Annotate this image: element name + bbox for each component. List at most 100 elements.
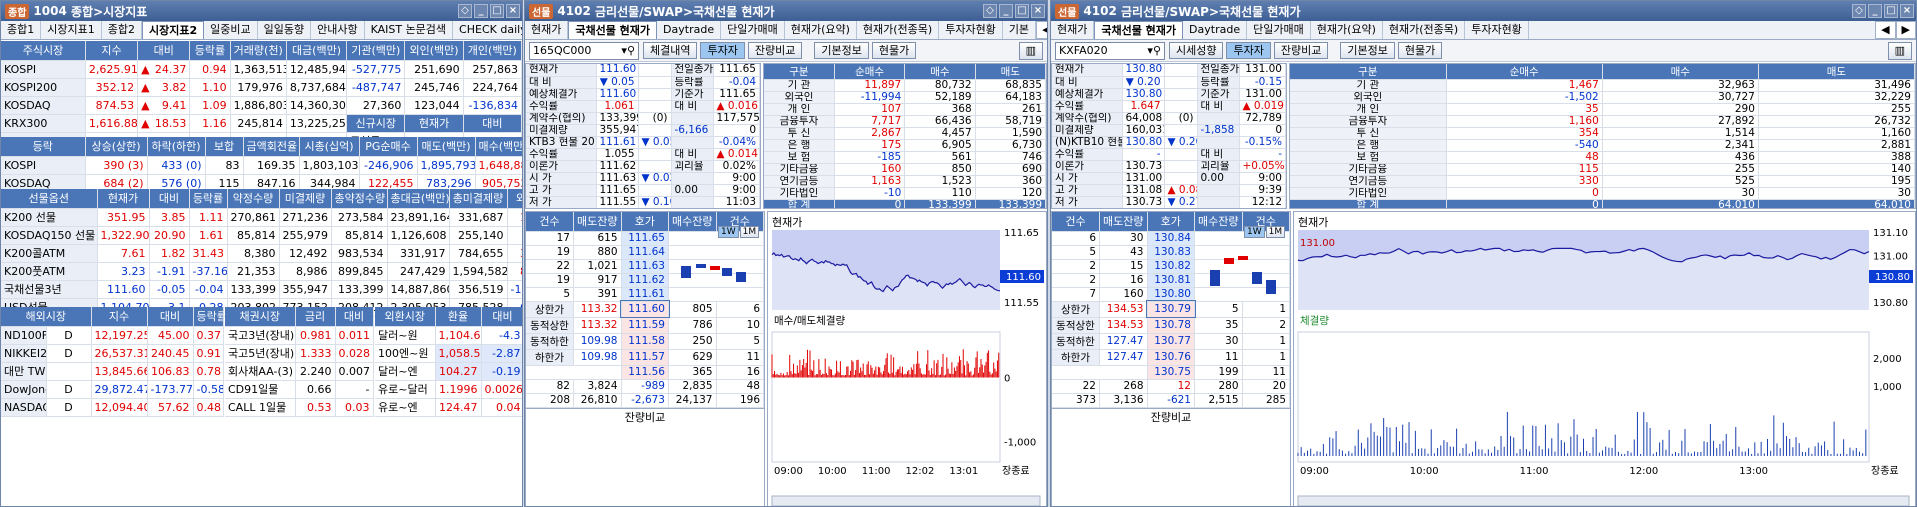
tab-2[interactable]: Daytrade: [1183, 21, 1248, 39]
toolbar-button-4[interactable]: 현물가: [871, 41, 917, 59]
search-icon[interactable]: ▾⚲: [1147, 44, 1161, 58]
bid-row[interactable]: 하한가 109.98 111.57 629 11: [526, 349, 764, 366]
stock-row[interactable]: KOSPI 2,625.91 ▲ 24.37 0.94 1,363,513 12,485,9…: [1, 60, 522, 79]
toolbar-button-4[interactable]: 현물가: [1397, 41, 1443, 59]
bond-row[interactable]: 국고3년(장내) 0.981 0.011: [225, 326, 374, 345]
tab-4[interactable]: 현재가(요약): [785, 21, 857, 39]
toolbar-button-2[interactable]: 잔량비교: [1273, 41, 1329, 59]
prev-tab-icon[interactable]: ◀: [1875, 21, 1896, 39]
toolbar-button-3[interactable]: 기본정보: [1340, 41, 1395, 59]
overseas-row[interactable]: 대만 TWI 13,845.66 106.83 0.78: [1, 362, 224, 381]
bid-row[interactable]: 상한가 113.32 111.60 805 6: [526, 300, 764, 318]
overseas-row[interactable]: DowJonesD29,872.47-173.77-0.58: [1, 380, 224, 399]
tab-3[interactable]: 단일가매매: [721, 21, 785, 39]
tab-7[interactable]: KAIST 논문검색: [365, 21, 454, 39]
advance-row[interactable]: KOSPI 390 (3) 433 (0) 83 169.35 1,803,103 -246…: [1, 156, 522, 175]
futures-row[interactable]: KOSDAQ150 선물 1,322.90 20.90 1.61 85,814 255,9…: [1, 226, 522, 245]
tab-2[interactable]: 종합2: [102, 21, 142, 39]
tab-6[interactable]: 투자자현황: [939, 21, 1003, 39]
overseas-row[interactable]: NIKKEI225D26,537.31240.450.91: [1, 344, 224, 363]
tab-2[interactable]: Daytrade: [657, 21, 722, 39]
toolbar-button-1[interactable]: 투자자: [700, 41, 745, 59]
toolbar-button-1[interactable]: 투자자: [1226, 41, 1271, 59]
bid-row[interactable]: 동적하한 127.47 130.77 30 1: [1052, 333, 1290, 350]
overseas-row[interactable]: ND100F(E)D12,197.2545.000.37: [1, 326, 224, 345]
overseas-row[interactable]: NASDAQD12,094.4057.620.48: [1, 398, 224, 417]
bid-row[interactable]: 하한가 127.47 130.76 11 1: [1052, 349, 1290, 366]
stock-row[interactable]: KOSDAQ 874.53 ▲ 9.41 1.09 1,886,803 14,360,300…: [1, 96, 522, 115]
title-bar[interactable]: 종합 1004 종합>시장지표 ◇ _ □ ×: [1, 1, 522, 21]
period-button-1[interactable]: 1M: [1265, 226, 1286, 238]
search-icon[interactable]: ▾⚲: [621, 44, 635, 58]
compare-label[interactable]: 잔량비교: [625, 411, 665, 424]
bond-row[interactable]: CD91일물 0.66-: [225, 380, 374, 399]
tab-8[interactable]: CHECK daily: [453, 21, 522, 39]
tab-6[interactable]: 투자자현황: [1465, 21, 1529, 39]
tab-1[interactable]: 국채선물 현재가: [568, 21, 658, 39]
bid-row[interactable]: 111.56 365 16: [526, 365, 764, 380]
title-bar[interactable]: 선물 4102 금리선물/SWAP>국채선물 현재가 ◇ _ □ ×: [525, 1, 1047, 21]
toolbar-button-0[interactable]: 체결내역: [643, 41, 698, 59]
tab-4[interactable]: 일중비교: [204, 21, 258, 39]
fx-row[interactable]: 유로~달러 1.1996 0.0026: [375, 380, 522, 399]
compare-label[interactable]: 잔량비교: [1151, 411, 1191, 424]
bid-row[interactable]: 130.75 199 11: [1052, 365, 1290, 380]
chart-scrollbar[interactable]: [771, 495, 1041, 506]
tab-5[interactable]: 현재가(전종목): [857, 21, 940, 39]
tab-7[interactable]: 기본: [1003, 21, 1037, 39]
bid-row[interactable]: 동적하한 109.98 111.58 250 5: [526, 333, 764, 350]
fx-row[interactable]: 100엔~원1,058.58-2.87: [375, 344, 522, 363]
close-button[interactable]: ×: [1031, 4, 1045, 18]
link-icon[interactable]: ◇: [983, 4, 997, 18]
period-button-0[interactable]: 1W: [1244, 226, 1265, 238]
close-button[interactable]: ×: [506, 4, 520, 18]
bond-row[interactable]: 국고5년(장내) 1.333 0.028: [225, 344, 374, 363]
toolbar-button-2[interactable]: 잔량비교: [747, 41, 803, 59]
chart-icon[interactable]: ▥: [1887, 41, 1912, 60]
fx-row[interactable]: 유로~엔 124.47 0.04: [375, 398, 522, 417]
stock-row[interactable]: KRX300 1,616.88 ▲ 18.53 1.16 245,814 13,225,25…: [1, 114, 522, 133]
tab-0[interactable]: 종합1: [1, 21, 42, 39]
close-button[interactable]: ×: [1900, 4, 1914, 18]
tab-0[interactable]: 현재가: [525, 21, 569, 39]
futures-row[interactable]: K200 선물 351.95 3.85 1.11 270,861 271,236 273,5…: [1, 208, 522, 227]
futures-row[interactable]: K200콜ATM 7.61 1.82 31.43 8,380 12,492 983,534 3…: [1, 244, 522, 263]
tab-1[interactable]: 국채선물 현재가: [1094, 21, 1184, 39]
period-button-1[interactable]: 1M: [739, 226, 760, 238]
tab-4[interactable]: 현재가(요약): [1311, 21, 1383, 39]
tab-5[interactable]: 현재가(전종목): [1383, 21, 1466, 39]
tab-3[interactable]: 시장지표2: [141, 21, 205, 39]
chart-scrollbar[interactable]: [1297, 495, 1910, 506]
minimize-button[interactable]: _: [1868, 4, 1882, 18]
bond-row[interactable]: CALL 1일물 0.53 0.03: [225, 398, 374, 417]
bid-row[interactable]: 동적상한 134.53 130.78 35 2: [1052, 317, 1290, 334]
code-input[interactable]: KXFA020 ▾⚲: [1055, 41, 1165, 60]
stock-row[interactable]: KOSPI200 352.12 ▲ 3.82 1.10 179,976 8,737,684-…: [1, 78, 522, 97]
maximize-button[interactable]: □: [490, 4, 504, 18]
period-button-0[interactable]: 1W: [718, 226, 739, 238]
toolbar-button-0[interactable]: 시세성향: [1169, 41, 1224, 59]
tab-6[interactable]: 안내사항: [311, 21, 365, 39]
futures-row[interactable]: 국채선물3년 111.60 -0.05 -0.04 133,399 355,947 133,…: [1, 280, 522, 299]
price-chart-svg[interactable]: 131.10131.00130.90130.80130.80131.00체결량2…: [1294, 212, 1916, 507]
tab-3[interactable]: 단일가매매: [1247, 21, 1311, 39]
tab-0[interactable]: 현재가: [1051, 21, 1095, 39]
next-tab-icon[interactable]: ▶: [1895, 21, 1916, 39]
price-chart-svg[interactable]: 111.65 111.55 111.60 매수/매도체결량 0 -1,000 09:00 10…: [768, 212, 1047, 507]
bid-row[interactable]: 상한가 134.53 130.79 5 1: [1052, 300, 1290, 318]
futures-row[interactable]: K200풋ATM 3.23 -1.91 -37.16 21,353 8,986 899,84…: [1, 262, 522, 281]
fx-row[interactable]: 달러~엔 104.27 -0.19: [375, 362, 522, 381]
maximize-button[interactable]: □: [1884, 4, 1898, 18]
fx-row[interactable]: 달러~원 1,104.6 -4.3: [375, 326, 522, 345]
link-icon[interactable]: ◇: [1852, 4, 1866, 18]
code-input[interactable]: 165QC000 ▾⚲: [529, 41, 639, 60]
minimize-button[interactable]: _: [999, 4, 1013, 18]
toolbar-button-3[interactable]: 기본정보: [814, 41, 869, 59]
link-icon[interactable]: ◇: [458, 4, 472, 18]
title-bar[interactable]: 선물 4102 금리선물/SWAP>국채선물 현재가 ◇ _ □ ×: [1051, 1, 1916, 21]
bond-row[interactable]: 회사채AA-(3) 2.240 0.007: [225, 362, 374, 381]
prev-tab-icon[interactable]: ◀: [1036, 21, 1047, 39]
maximize-button[interactable]: □: [1015, 4, 1029, 18]
minimize-button[interactable]: _: [474, 4, 488, 18]
chart-icon[interactable]: ▥: [1018, 41, 1043, 60]
